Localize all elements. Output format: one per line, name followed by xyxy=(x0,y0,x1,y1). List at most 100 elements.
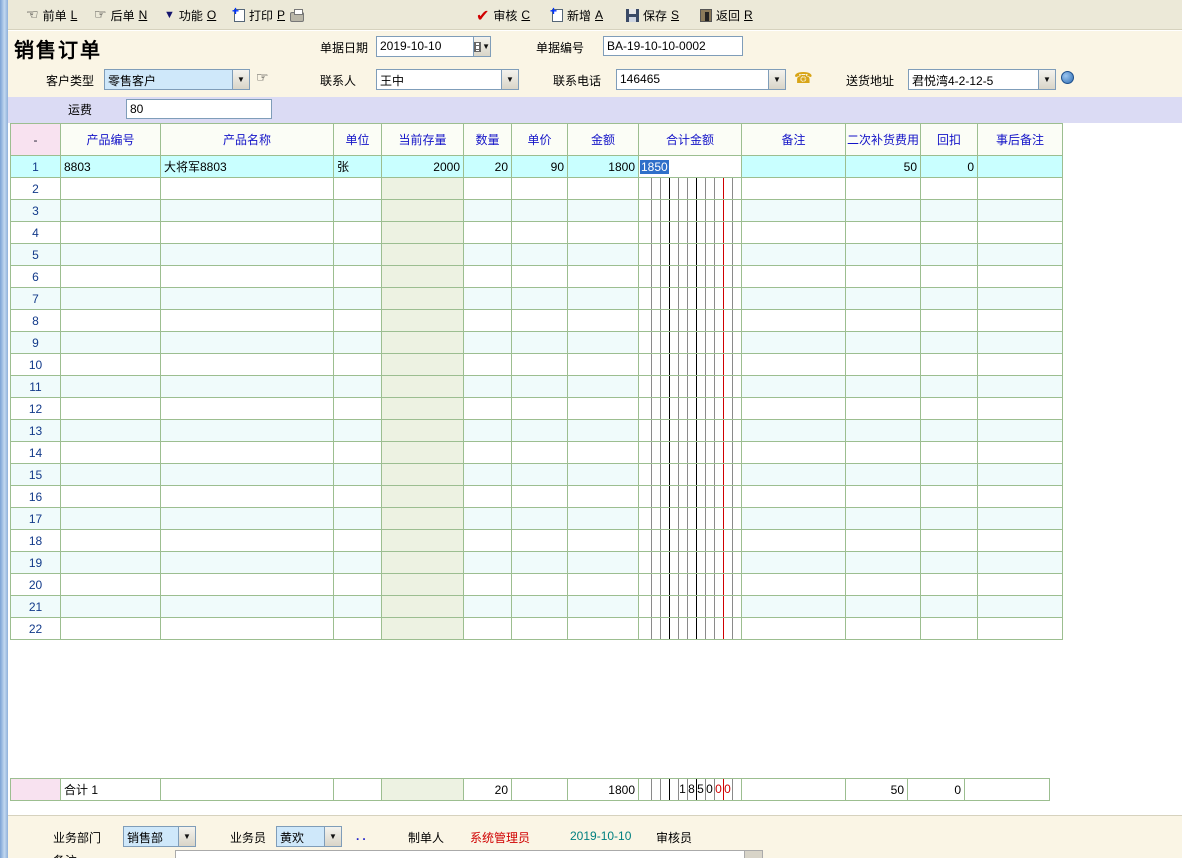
grid-cell[interactable] xyxy=(61,244,161,266)
total-amount-grid-cell[interactable] xyxy=(639,244,742,266)
grid-cell[interactable] xyxy=(382,310,464,332)
grid-cell[interactable] xyxy=(464,420,512,442)
grid-cell[interactable] xyxy=(978,508,1063,530)
grid-cell[interactable] xyxy=(61,354,161,376)
grid-cell[interactable] xyxy=(512,244,568,266)
grid-cell[interactable] xyxy=(382,530,464,552)
grid-cell[interactable] xyxy=(382,596,464,618)
grid-cell[interactable] xyxy=(61,574,161,596)
grid-cell[interactable] xyxy=(568,398,639,420)
back-button[interactable]: 返回R xyxy=(696,4,757,26)
column-header[interactable]: 单价 xyxy=(512,124,568,156)
grid-cell[interactable] xyxy=(568,266,639,288)
grid-cell[interactable] xyxy=(382,376,464,398)
grid-cell[interactable] xyxy=(464,486,512,508)
grid-cell[interactable] xyxy=(568,420,639,442)
row-number-cell[interactable]: 6 xyxy=(11,266,61,288)
grid-cell[interactable] xyxy=(978,200,1063,222)
column-header[interactable]: - xyxy=(11,124,61,156)
grid-cell[interactable] xyxy=(61,508,161,530)
total-amount-grid-cell[interactable] xyxy=(639,376,742,398)
grid-cell[interactable] xyxy=(742,244,846,266)
grid-cell[interactable] xyxy=(61,310,161,332)
grid-cell[interactable] xyxy=(568,222,639,244)
chevron-down-icon[interactable]: ▼ xyxy=(768,70,785,89)
grid-cell[interactable] xyxy=(742,200,846,222)
grid-cell[interactable] xyxy=(978,288,1063,310)
grid-cell[interactable]: 20 xyxy=(464,156,512,178)
total-amount-grid-cell[interactable] xyxy=(639,398,742,420)
grid-cell[interactable] xyxy=(921,442,978,464)
grid-cell[interactable] xyxy=(61,530,161,552)
grid-cell[interactable] xyxy=(568,288,639,310)
column-header[interactable]: 事后备注 xyxy=(978,124,1063,156)
grid-cell[interactable] xyxy=(512,398,568,420)
grid-cell[interactable] xyxy=(742,156,846,178)
grid-cell[interactable] xyxy=(846,486,921,508)
contact-value[interactable]: 王中 xyxy=(377,70,501,89)
grid-cell[interactable] xyxy=(568,376,639,398)
grid-cell[interactable] xyxy=(334,464,382,486)
grid-cell[interactable] xyxy=(334,618,382,640)
grid-cell[interactable] xyxy=(921,618,978,640)
phone-value[interactable]: 146465 xyxy=(617,70,768,89)
grid-cell[interactable] xyxy=(512,420,568,442)
grid-cell[interactable] xyxy=(921,530,978,552)
grid-cell[interactable] xyxy=(382,420,464,442)
grid-cell[interactable] xyxy=(61,464,161,486)
address-value[interactable]: 君悦湾4-2-12-5 xyxy=(909,70,1038,89)
grid-cell[interactable] xyxy=(61,332,161,354)
grid-cell[interactable] xyxy=(464,596,512,618)
prev-doc-button[interactable]: ☜ 前单L xyxy=(22,4,81,26)
column-header[interactable]: 单位 xyxy=(334,124,382,156)
row-number-cell[interactable]: 22 xyxy=(11,618,61,640)
column-header[interactable]: 合计金额 xyxy=(639,124,742,156)
grid-cell[interactable] xyxy=(978,354,1063,376)
row-number-cell[interactable]: 5 xyxy=(11,244,61,266)
grid-cell[interactable] xyxy=(512,310,568,332)
grid-cell[interactable] xyxy=(978,486,1063,508)
grid-cell[interactable] xyxy=(921,244,978,266)
grid-cell[interactable] xyxy=(512,596,568,618)
grid-cell[interactable] xyxy=(512,530,568,552)
grid-cell[interactable] xyxy=(978,464,1063,486)
grid-cell[interactable] xyxy=(464,244,512,266)
grid-cell[interactable] xyxy=(978,222,1063,244)
column-header[interactable]: 当前存量 xyxy=(382,124,464,156)
grid-cell[interactable] xyxy=(464,222,512,244)
row-number-cell[interactable]: 20 xyxy=(11,574,61,596)
dept-value[interactable]: 销售部 xyxy=(124,827,178,846)
grid-cell[interactable] xyxy=(334,398,382,420)
grid-cell[interactable] xyxy=(568,552,639,574)
grid-cell[interactable] xyxy=(61,222,161,244)
more-dots[interactable]: .. xyxy=(356,829,369,843)
grid-cell[interactable] xyxy=(846,200,921,222)
grid-cell[interactable] xyxy=(161,420,334,442)
grid-cell[interactable] xyxy=(921,508,978,530)
grid-cell[interactable] xyxy=(742,442,846,464)
grid-cell[interactable]: 90 xyxy=(512,156,568,178)
grid-cell[interactable] xyxy=(61,178,161,200)
total-amount-grid-cell[interactable] xyxy=(639,508,742,530)
doc-date-picker[interactable]: 2019-10-10 ▼ xyxy=(376,36,491,57)
row-number-cell[interactable]: 18 xyxy=(11,530,61,552)
grid-cell[interactable] xyxy=(978,310,1063,332)
grid-cell[interactable] xyxy=(846,464,921,486)
grid-cell[interactable] xyxy=(61,618,161,640)
grid-cell[interactable] xyxy=(512,376,568,398)
grid-cell[interactable] xyxy=(464,332,512,354)
grid-cell[interactable] xyxy=(568,354,639,376)
grid-cell[interactable] xyxy=(334,266,382,288)
next-doc-button[interactable]: ☞ 后单N xyxy=(90,4,151,26)
grid-cell[interactable] xyxy=(61,376,161,398)
grid-cell[interactable] xyxy=(921,200,978,222)
grid-cell[interactable]: 大将军8803 xyxy=(161,156,334,178)
grid-cell[interactable] xyxy=(334,420,382,442)
globe-icon[interactable] xyxy=(1061,71,1074,84)
grid-cell[interactable] xyxy=(846,442,921,464)
phone-combobox[interactable]: 146465 ▼ xyxy=(616,69,786,90)
grid-cell[interactable] xyxy=(921,376,978,398)
grid-cell[interactable] xyxy=(921,354,978,376)
row-number-cell[interactable]: 21 xyxy=(11,596,61,618)
grid-cell[interactable] xyxy=(921,486,978,508)
